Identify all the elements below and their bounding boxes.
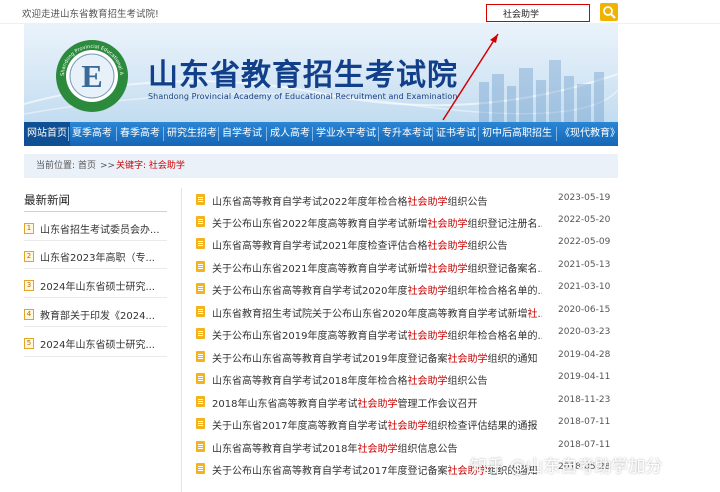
article-title-link[interactable]: 山东省教育招生考试院关于公布山东省2020年度高等教育自学考试新增社... bbox=[212, 305, 542, 320]
divider bbox=[24, 297, 167, 298]
article-row[interactable]: 山东省教育招生考试院关于公布山东省2020年度高等教育自学考试新增社... 20… bbox=[196, 301, 620, 323]
document-icon bbox=[196, 441, 205, 452]
nav-spring-exam[interactable]: 春季高考 bbox=[120, 122, 160, 146]
document-icon bbox=[196, 261, 205, 272]
article-title-link[interactable]: 山东省高等教育自学考试2018年度年检合格社会助学组织公告 bbox=[212, 372, 542, 387]
nav-summer-exam[interactable]: 夏季高考 bbox=[72, 122, 112, 146]
nav-vocational-admission[interactable]: 初中后高职招生 bbox=[482, 122, 552, 146]
article-title-link[interactable]: 关于公布山东省2022年度高等教育自学考试新增社会助学组织登记注册名... bbox=[212, 215, 542, 230]
breadcrumb-label: 当前位置: bbox=[36, 161, 76, 171]
article-row[interactable]: 关于公布山东省高等教育自学考试2019年度登记备案社会助学组织的通知 2019-… bbox=[196, 346, 620, 368]
site-title: 山东省教育招生考试院 bbox=[148, 58, 458, 93]
welcome-text: 欢迎走进山东省教育招生考试院! bbox=[22, 9, 159, 20]
article-date: 2023-05-19 bbox=[558, 193, 611, 203]
nav-self-study-exam[interactable]: 自学考试 bbox=[222, 122, 262, 146]
document-icon bbox=[196, 328, 205, 339]
divider bbox=[24, 356, 167, 357]
site-banner: E Shandong Provincial Educational Admiss… bbox=[24, 24, 618, 122]
news-number-badge: 1 bbox=[24, 223, 34, 234]
article-title-link[interactable]: 山东省高等教育自学考试2021年度检查评估合格社会助学组织公告 bbox=[212, 237, 542, 252]
document-icon bbox=[196, 238, 205, 249]
article-date: 2022-05-20 bbox=[558, 215, 611, 225]
news-number-badge: 4 bbox=[24, 309, 34, 320]
article-row[interactable]: 关于公布山东省2021年度高等教育自学考试新增社会助学组织登记备案名... 20… bbox=[196, 256, 620, 278]
heading-divider bbox=[24, 211, 167, 212]
document-icon bbox=[196, 194, 205, 205]
nav-upgrade-exam[interactable]: 专升本考试 bbox=[382, 122, 432, 146]
divider bbox=[24, 326, 167, 327]
latest-news-heading: 最新新闻 bbox=[24, 193, 70, 207]
breadcrumb-keyword: 关键字: 社会助学 bbox=[116, 161, 185, 171]
article-title-link[interactable]: 关于公布山东省2019年度高等教育自学考试社会助学组织年检合格名单的... bbox=[212, 327, 542, 342]
article-date: 2020-06-15 bbox=[558, 305, 611, 315]
column-divider bbox=[181, 188, 182, 492]
document-icon bbox=[196, 396, 205, 407]
article-date: 2019-04-28 bbox=[558, 350, 611, 360]
nav-graduate-exam[interactable]: 研究生招考 bbox=[167, 122, 217, 146]
sidebar-news-item[interactable]: 2 山东省2023年高职（专... bbox=[24, 245, 167, 270]
top-bar: 欢迎走进山东省教育招生考试院! 社会助学 bbox=[0, 0, 720, 24]
divider bbox=[24, 268, 167, 269]
document-icon bbox=[196, 216, 205, 227]
article-title-link[interactable]: 关于山东省2017年度高等教育自学考试社会助学组织检查评估结果的通报 bbox=[212, 417, 542, 432]
article-title-link[interactable]: 关于公布山东省2021年度高等教育自学考试新增社会助学组织登记备案名... bbox=[212, 260, 542, 275]
article-date: 2021-05-13 bbox=[558, 260, 611, 270]
article-date: 2019-04-11 bbox=[558, 372, 611, 382]
article-row[interactable]: 2018年山东省高等教育自学考试社会助学管理工作会议召开 2018-11-23 bbox=[196, 391, 620, 413]
article-row[interactable]: 山东省高等教育自学考试2021年度检查评估合格社会助学组织公告 2022-05-… bbox=[196, 233, 620, 255]
document-icon bbox=[196, 283, 205, 294]
sidebar-news-item[interactable]: 4 教育部关于印发《2024... bbox=[24, 303, 167, 328]
divider bbox=[24, 240, 167, 241]
search-icon bbox=[603, 6, 616, 19]
news-item-title[interactable]: 2024年山东省硕士研究... bbox=[40, 278, 155, 293]
sidebar-news-item[interactable]: 5 2024年山东省硕士研究... bbox=[24, 332, 167, 357]
news-number-badge: 5 bbox=[24, 338, 34, 349]
article-title-link[interactable]: 山东省高等教育自学考试2022年度年检合格社会助学组织公告 bbox=[212, 193, 542, 208]
nav-adult-exam[interactable]: 成人高考 bbox=[270, 122, 310, 146]
nav-proficiency-exam[interactable]: 学业水平考试 bbox=[316, 122, 376, 146]
article-row[interactable]: 山东省高等教育自学考试2018年度年检合格社会助学组织公告 2019-04-11 bbox=[196, 368, 620, 390]
breadcrumb: 当前位置: 首页 >> 关键字: 社会助学 bbox=[24, 154, 618, 178]
sidebar-news-item[interactable]: 3 2024年山东省硕士研究... bbox=[24, 274, 167, 299]
zhihu-watermark: 知乎 @山东自考助学加分 bbox=[470, 457, 663, 477]
academy-logo: E Shandong Provincial Educational Admiss… bbox=[54, 38, 128, 112]
nav-certificate-exam[interactable]: 证书考试 bbox=[436, 122, 476, 146]
news-number-badge: 3 bbox=[24, 280, 34, 291]
article-row[interactable]: 山东省高等教育自学考试2022年度年检合格社会助学组织公告 2023-05-19 bbox=[196, 189, 620, 211]
svg-text:E: E bbox=[81, 58, 102, 94]
news-item-title[interactable]: 教育部关于印发《2024... bbox=[40, 307, 155, 322]
document-icon bbox=[196, 306, 205, 317]
news-item-title[interactable]: 山东省2023年高职（专... bbox=[40, 249, 155, 264]
main-navbar: 网站首页 夏季高考 春季高考 研究生招考 自学考试 成人高考 学业水平考试 专升… bbox=[24, 122, 620, 146]
article-title-link[interactable]: 2018年山东省高等教育自学考试社会助学管理工作会议召开 bbox=[212, 395, 542, 410]
article-date: 2018-07-11 bbox=[558, 417, 611, 427]
article-row[interactable]: 关于公布山东省2019年度高等教育自学考试社会助学组织年检合格名单的... 20… bbox=[196, 323, 620, 345]
document-icon bbox=[196, 351, 205, 362]
news-number-badge: 2 bbox=[24, 251, 34, 262]
article-row[interactable]: 关于山东省2017年度高等教育自学考试社会助学组织检查评估结果的通报 2018-… bbox=[196, 413, 620, 435]
article-row[interactable]: 关于公布山东省高等教育自学考试2020年度社会助学组织年检合格名单的... 20… bbox=[196, 278, 620, 300]
news-item-title[interactable]: 2024年山东省硕士研究... bbox=[40, 336, 155, 351]
article-title-link[interactable]: 关于公布山东省高等教育自学考试2020年度社会助学组织年检合格名单的... bbox=[212, 282, 542, 297]
article-date: 2022-05-09 bbox=[558, 237, 611, 247]
document-icon bbox=[196, 418, 205, 429]
article-date: 2021-03-10 bbox=[558, 282, 611, 292]
breadcrumb-separator: >> bbox=[100, 161, 116, 171]
article-title-link[interactable]: 关于公布山东省高等教育自学考试2019年度登记备案社会助学组织的通知 bbox=[212, 350, 542, 365]
search-button[interactable] bbox=[600, 3, 618, 21]
document-icon bbox=[196, 463, 205, 474]
document-icon bbox=[196, 373, 205, 384]
site-subtitle: Shandong Provincial Academy of Education… bbox=[148, 92, 458, 101]
article-date: 2018-07-11 bbox=[558, 440, 611, 450]
nav-home[interactable]: 网站首页 bbox=[24, 122, 70, 146]
article-row[interactable]: 关于公布山东省2022年度高等教育自学考试新增社会助学组织登记注册名... 20… bbox=[196, 211, 620, 233]
nav-modern-education[interactable]: 《现代教育》 bbox=[560, 122, 620, 146]
news-item-title[interactable]: 山东省招生考试委员会办... bbox=[40, 221, 160, 236]
article-date: 2020-03-23 bbox=[558, 327, 611, 337]
article-date: 2018-11-23 bbox=[558, 395, 611, 405]
breadcrumb-home-link[interactable]: 首页 bbox=[78, 154, 96, 178]
search-input[interactable]: 社会助学 bbox=[486, 4, 590, 22]
sidebar-news-item[interactable]: 1 山东省招生考试委员会办... bbox=[24, 217, 167, 242]
